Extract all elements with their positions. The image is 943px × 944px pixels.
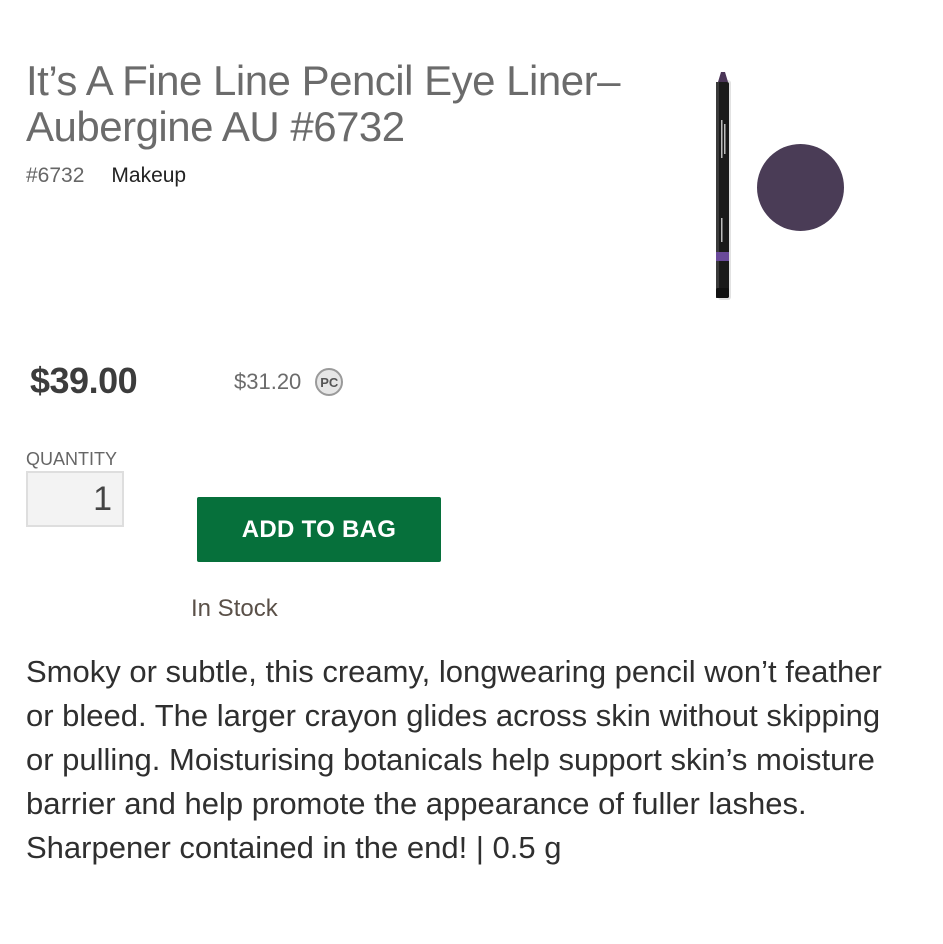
product-title: It’s A Fine Line Pencil Eye Liner– Auber… — [26, 57, 620, 150]
retail-price: $39.00 — [30, 360, 138, 401]
pc-badge-icon: PC — [315, 368, 344, 396]
color-swatch — [757, 144, 844, 231]
stock-status: In Stock — [191, 595, 278, 622]
product-meta: #6732 Makeup — [26, 164, 186, 188]
add-to-bag-button[interactable]: ADD TO BAG — [197, 497, 441, 562]
quantity-label: QUANTITY — [26, 449, 118, 469]
quantity-input[interactable] — [26, 471, 124, 527]
product-description: Smoky or subtle, this creamy, longwearin… — [26, 654, 882, 865]
product-sku: #6732 — [26, 164, 85, 187]
pc-price-value: $31.20 — [234, 369, 302, 394]
preferred-customer-price: $31.20 PC — [234, 368, 344, 396]
product-category-link[interactable]: Makeup — [111, 164, 186, 188]
